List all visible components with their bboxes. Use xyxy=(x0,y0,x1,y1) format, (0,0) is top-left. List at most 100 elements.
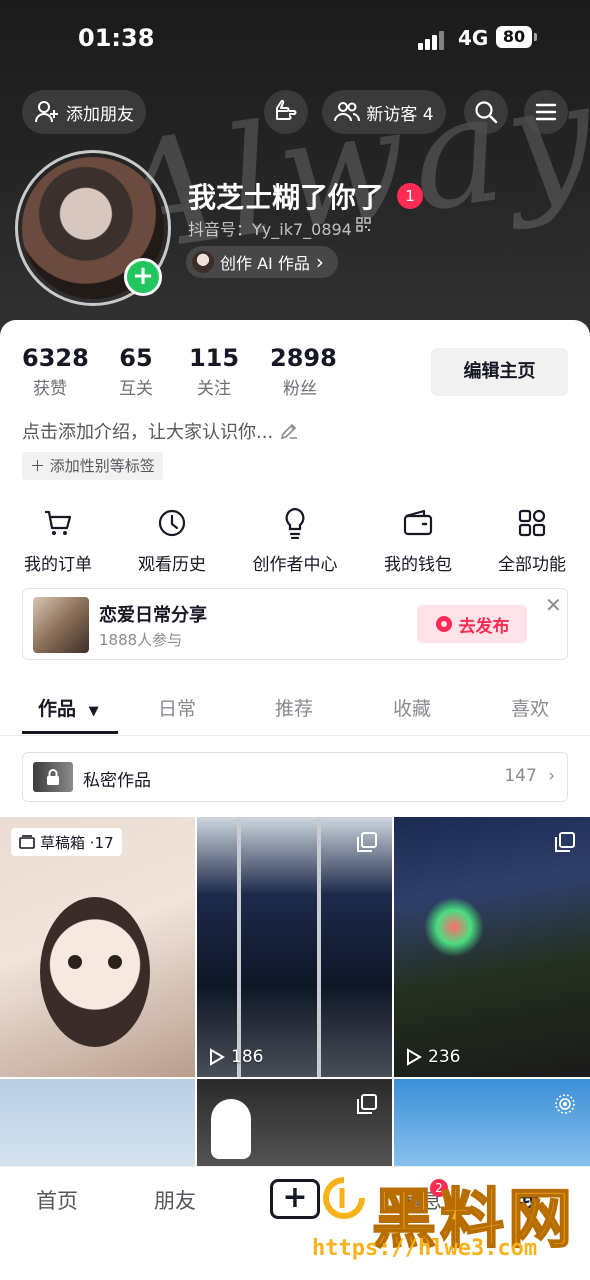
draft-box-label: 草稿箱 ·17 xyxy=(40,833,114,852)
bulb-icon xyxy=(285,507,305,539)
banner-thumbnail xyxy=(33,597,89,653)
play-count: 186 xyxy=(209,1047,263,1067)
douyin-id[interactable]: 抖音号：Yy_ik7_0894 xyxy=(188,216,352,240)
add-friend-label: 添加朋友 xyxy=(66,104,134,125)
grid-item-4[interactable] xyxy=(0,1079,195,1169)
stat-followers[interactable]: 2898 粉丝 xyxy=(270,344,337,399)
tab-daily[interactable]: 日常 xyxy=(158,694,196,721)
create-ai-works-button[interactable]: 创作 AI 作品 › xyxy=(186,246,338,278)
my-orders-label: 我的订单 xyxy=(24,555,92,575)
qr-code-icon[interactable] xyxy=(356,217,371,232)
nickname-badge[interactable]: 1 xyxy=(397,183,423,209)
tab-recommend[interactable]: 推荐 xyxy=(275,694,313,721)
multi-image-icon xyxy=(555,832,575,852)
avatar-add-button[interactable]: + xyxy=(124,258,162,296)
profile-header: Always 01:38 4G 80 添加朋友 新访客 4 + 我芝士糊了你了 … xyxy=(0,0,590,345)
tab-works[interactable]: 作品 ▼ xyxy=(38,694,99,721)
draft-box-badge[interactable]: 草稿箱 ·17 xyxy=(11,828,122,856)
lock-icon xyxy=(47,769,59,785)
watch-history-button[interactable]: 观看历史 xyxy=(122,506,222,575)
clock-icon xyxy=(158,509,186,537)
watermark-url: https://hlwe3.com xyxy=(312,1236,538,1261)
intro-label: 点击添加介绍，让大家认识你... xyxy=(22,422,274,443)
ai-pill-label: 创作 AI 作品 xyxy=(220,254,310,273)
banner-subtitle: 1888人参与 xyxy=(99,631,183,649)
tab-favorites[interactable]: 收藏 xyxy=(393,694,431,721)
tab-works-label: 作品 xyxy=(38,698,77,720)
grid-icon xyxy=(518,509,546,537)
status-bar: 01:38 4G 80 xyxy=(0,22,590,58)
hamburger-menu-icon xyxy=(535,103,557,121)
stat-following[interactable]: 115 关注 xyxy=(186,344,242,399)
nav-friends[interactable]: 朋友 xyxy=(154,1185,196,1215)
grid-item-2[interactable]: 186 xyxy=(197,817,392,1077)
stat-likes-label: 获赞 xyxy=(33,379,67,399)
eye-left xyxy=(68,955,82,969)
add-tag-button[interactable]: ＋ 添加性别等标签 xyxy=(22,452,163,480)
eye-right xyxy=(108,955,122,969)
grid-item-6[interactable] xyxy=(394,1079,590,1169)
camera-icon xyxy=(435,616,452,632)
search-button[interactable] xyxy=(464,90,508,134)
tab-likes[interactable]: 喜欢 xyxy=(511,694,549,721)
stat-likes[interactable]: 6328 获赞 xyxy=(22,344,89,399)
create-post-button[interactable]: + xyxy=(270,1179,320,1219)
play-icon xyxy=(210,1048,225,1066)
chevron-right-icon: › xyxy=(315,250,324,274)
draft-box-icon xyxy=(19,835,35,849)
nav-home[interactable]: 首页 xyxy=(36,1185,78,1215)
close-icon[interactable]: ✕ xyxy=(545,593,562,617)
stat-mutual[interactable]: 65 互关 xyxy=(108,344,164,399)
my-orders-button[interactable]: 我的订单 xyxy=(8,506,108,575)
network-type: 4G xyxy=(458,26,489,50)
add-friend-button[interactable]: 添加朋友 xyxy=(22,90,146,134)
pencil-icon xyxy=(281,423,298,440)
private-works-count: 147 › xyxy=(504,766,555,786)
neon-lights xyxy=(424,897,484,957)
visitor-label: 新访客 4 xyxy=(366,104,434,125)
grid-item-draft[interactable]: 草稿箱 ·17 xyxy=(0,817,195,1077)
my-wallet-button[interactable]: 我的钱包 xyxy=(368,506,468,575)
edit-profile-button[interactable]: 编辑主页 xyxy=(431,348,568,396)
signal-icon xyxy=(418,30,448,50)
all-functions-button[interactable]: 全部功能 xyxy=(482,506,582,575)
banner-title: 恋爱日常分享 xyxy=(99,605,207,626)
private-count-value: 147 xyxy=(504,766,537,786)
publish-label: 去发布 xyxy=(458,616,510,637)
search-icon xyxy=(475,101,498,124)
stat-mutual-num: 65 xyxy=(119,344,153,372)
grid-item-3[interactable]: 236 xyxy=(394,817,590,1077)
menu-button[interactable] xyxy=(524,90,568,134)
bunny-sticker xyxy=(211,1099,251,1159)
stat-following-label: 关注 xyxy=(197,379,231,399)
play-icon xyxy=(407,1048,422,1066)
creator-center-button[interactable]: 创作者中心 xyxy=(245,506,345,575)
watermark-logo-icon xyxy=(323,1177,365,1219)
header-background-text: Always xyxy=(100,36,590,288)
publish-button[interactable]: 去发布 xyxy=(417,605,527,643)
stat-followers-num: 2898 xyxy=(270,344,337,372)
stat-followers-label: 粉丝 xyxy=(283,379,317,399)
visitors-icon xyxy=(334,102,361,122)
play-count-value: 186 xyxy=(231,1047,264,1067)
watch-history-label: 观看历史 xyxy=(138,555,206,575)
topic-banner[interactable]: 恋爱日常分享 1888人参与 去发布 ✕ xyxy=(22,588,568,660)
tab-underline xyxy=(22,731,118,734)
play-count: 236 xyxy=(406,1047,460,1067)
stat-following-num: 115 xyxy=(188,344,240,372)
wallet-icon xyxy=(403,509,433,536)
creator-center-label: 创作者中心 xyxy=(252,555,338,575)
grid-item-5[interactable] xyxy=(197,1079,392,1169)
intro-text[interactable]: 点击添加介绍，让大家认识你... xyxy=(22,418,299,444)
stat-likes-num: 6328 xyxy=(22,344,89,372)
multi-image-icon xyxy=(357,1094,377,1114)
battery-icon: 80 xyxy=(496,26,537,48)
selfie-face xyxy=(40,897,150,1047)
stat-mutual-label: 互关 xyxy=(119,379,153,399)
play-count-value: 236 xyxy=(428,1047,461,1067)
pointing-hand-button[interactable] xyxy=(264,90,308,134)
pointing-hand-icon xyxy=(276,99,297,120)
private-works-row[interactable]: 私密作品 147 › xyxy=(22,752,568,802)
window-frame xyxy=(237,817,241,1077)
new-visitor-button[interactable]: 新访客 4 xyxy=(322,90,446,134)
